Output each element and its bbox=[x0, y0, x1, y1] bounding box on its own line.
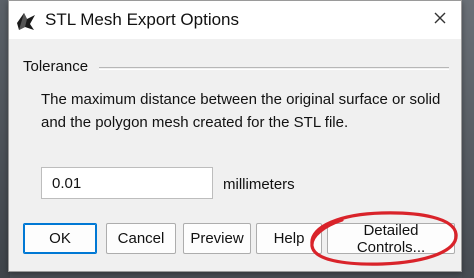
stl-export-dialog: STL Mesh Export Options Tolerance The ma… bbox=[8, 0, 462, 272]
unit-label: millimeters bbox=[223, 176, 295, 193]
window-title: STL Mesh Export Options bbox=[45, 10, 240, 29]
tolerance-input[interactable] bbox=[41, 167, 213, 199]
tolerance-description: The maximum distance between the origina… bbox=[41, 91, 441, 131]
help-button[interactable]: Help bbox=[256, 223, 322, 254]
background-viewport-right bbox=[462, 0, 474, 278]
close-button[interactable] bbox=[427, 7, 453, 33]
close-icon bbox=[433, 11, 447, 30]
preview-button[interactable]: Preview bbox=[183, 223, 251, 254]
detailed-controls-button[interactable]: Detailed Controls... bbox=[327, 222, 455, 256]
tolerance-group-label: Tolerance bbox=[23, 58, 95, 75]
title-bar[interactable]: STL Mesh Export Options bbox=[9, 1, 461, 39]
group-separator bbox=[99, 67, 449, 70]
ok-button[interactable]: OK bbox=[23, 223, 97, 254]
cancel-button[interactable]: Cancel bbox=[106, 223, 176, 254]
rhino-icon bbox=[15, 10, 37, 32]
